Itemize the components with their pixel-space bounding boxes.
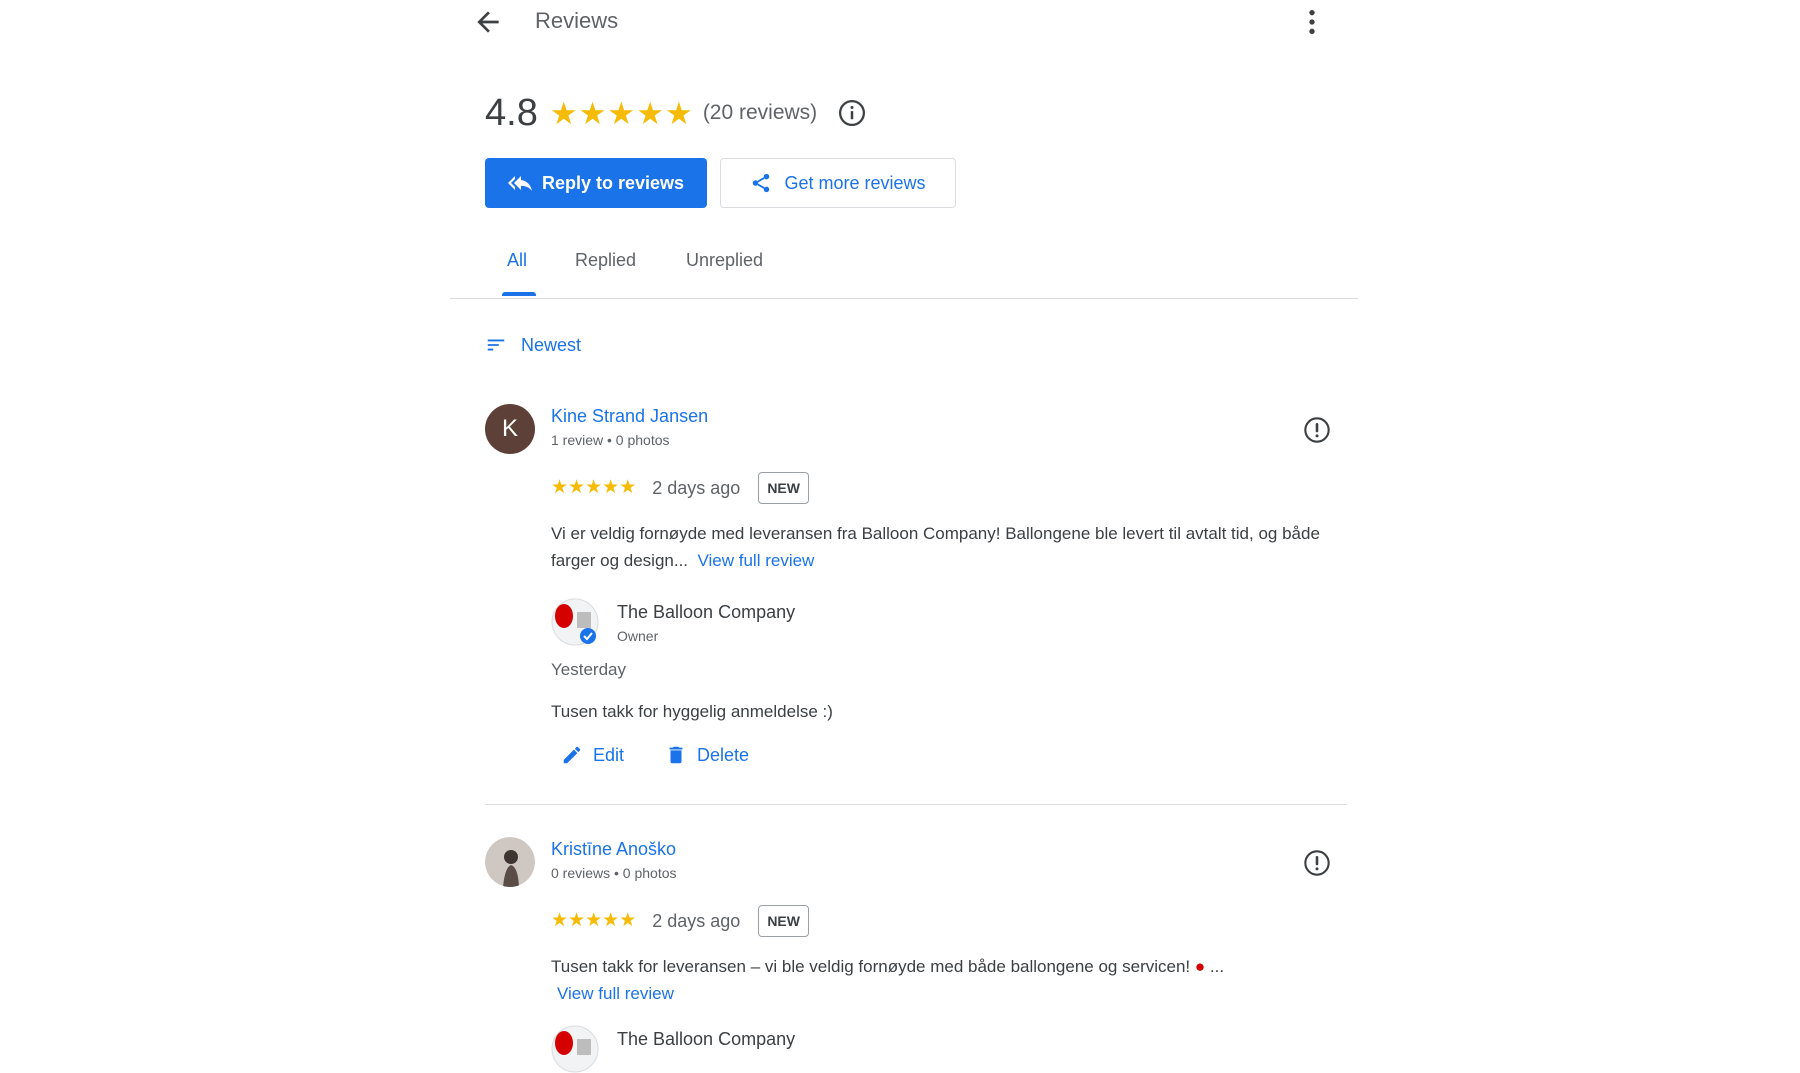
star-icon: ★	[568, 910, 586, 931]
delete-label: Delete	[697, 744, 750, 765]
review-text: Vi er veldig fornøyde med leveransen fra…	[551, 520, 1351, 574]
star-icon: ★	[607, 95, 636, 131]
owner-name: The Balloon Company	[617, 1029, 796, 1049]
get-more-reviews-label: Get more reviews	[784, 172, 926, 193]
active-tab-indicator	[502, 292, 536, 296]
new-badge: NEW	[758, 472, 809, 504]
owner-logo	[551, 598, 599, 646]
reviewer-meta: 0 reviews • 0 photos	[551, 865, 677, 881]
ellipsis: ...	[1209, 957, 1225, 976]
page-title: Reviews	[535, 8, 619, 33]
star-icon: ★	[585, 910, 603, 931]
review-body: Tusen takk for leveransen – vi ble veldi…	[551, 957, 1191, 976]
reviewer-meta: 1 review • 0 photos	[551, 432, 670, 448]
trash-icon	[669, 746, 683, 764]
tab-unreplied[interactable]: Unreplied	[686, 250, 763, 271]
review-rating-row: ★★★★★ 2 days ago NEW	[551, 905, 809, 937]
review-item: Kristīne Anoško 0 reviews • 0 photos ★★★…	[485, 837, 1355, 1073]
delete-reply-button[interactable]: Delete	[665, 744, 749, 766]
sort-newest-button[interactable]: Newest	[485, 334, 581, 356]
sort-icon	[487, 339, 505, 351]
star-icon: ★	[602, 910, 620, 931]
get-more-reviews-button[interactable]: Get more reviews	[720, 158, 956, 208]
avatar[interactable]	[485, 837, 535, 887]
reply-to-reviews-button[interactable]: Reply to reviews	[485, 158, 707, 208]
owner-name: The Balloon Company	[617, 602, 796, 622]
star-icon: ★	[602, 477, 620, 498]
view-full-review-link[interactable]: View full review	[557, 984, 674, 1003]
owner-logo	[551, 1025, 599, 1073]
review-stars: ★★★★★	[551, 911, 636, 931]
more-vert-icon[interactable]	[1296, 6, 1328, 38]
reviewer-name[interactable]: Kine Strand Jansen	[551, 406, 708, 427]
star-icon: ★	[551, 477, 569, 498]
star-icon: ★	[665, 95, 693, 131]
edit-label: Edit	[593, 744, 625, 765]
star-icon: ★	[549, 95, 578, 131]
owner-role: Owner	[617, 628, 659, 644]
review-rating-row: ★★★★★ 2 days ago NEW	[551, 472, 809, 504]
review-item: K Kine Strand Jansen 1 review • 0 photos…	[485, 404, 1355, 784]
tab-all[interactable]: All	[507, 250, 527, 271]
summary-stars: ★ ★ ★ ★ ★	[550, 98, 693, 129]
tab-replied[interactable]: Replied	[575, 250, 636, 271]
reply-to-reviews-label: Reply to reviews	[541, 172, 685, 193]
reply-date: Yesterday	[551, 660, 626, 679]
review-date: 2 days ago	[652, 477, 741, 498]
balloon-emoji-icon: ●	[1194, 957, 1206, 976]
review-tabs: All Replied Unreplied	[450, 236, 1358, 299]
star-icon: ★	[568, 477, 586, 498]
top-bar: Reviews	[450, 0, 1358, 44]
report-icon[interactable]	[1303, 416, 1331, 444]
review-count: (20 reviews)	[702, 101, 818, 124]
average-rating: 4.8	[485, 91, 538, 134]
star-icon: ★	[551, 910, 569, 931]
reviewer-name[interactable]: Kristīne Anoško	[551, 839, 676, 860]
star-icon: ★	[585, 477, 603, 498]
view-full-review-link[interactable]: View full review	[697, 551, 814, 570]
reviews-panel: Reviews 4.8 ★ ★ ★ ★ ★ (20 reviews) Reply…	[450, 0, 1358, 1073]
edit-pencil-icon	[563, 746, 581, 764]
review-text: Tusen takk for leveransen – vi ble veldi…	[551, 953, 1351, 1007]
reply-all-icon	[507, 176, 532, 191]
edit-reply-button[interactable]: Edit	[561, 744, 624, 766]
star-icon: ★	[578, 95, 607, 131]
share-icon	[753, 173, 770, 193]
star-icon: ★	[619, 477, 637, 498]
review-body: Vi er veldig fornøyde med leveransen fra…	[551, 524, 1320, 570]
reply-text: Tusen takk for hyggelig anmeldelse :)	[551, 702, 833, 721]
new-badge: NEW	[758, 905, 809, 937]
sort-label: Newest	[521, 334, 582, 355]
avatar-initial: K	[501, 415, 518, 442]
review-date: 2 days ago	[652, 910, 741, 931]
rating-summary: 4.8 ★ ★ ★ ★ ★ (20 reviews)	[485, 92, 867, 134]
back-arrow-icon[interactable]	[472, 6, 504, 38]
star-icon: ★	[636, 95, 665, 131]
review-stars: ★★★★★	[551, 478, 636, 498]
review-divider	[485, 804, 1347, 805]
info-icon[interactable]	[837, 98, 867, 128]
avatar[interactable]: K	[485, 404, 535, 454]
star-icon: ★	[619, 910, 637, 931]
report-icon[interactable]	[1303, 849, 1331, 877]
